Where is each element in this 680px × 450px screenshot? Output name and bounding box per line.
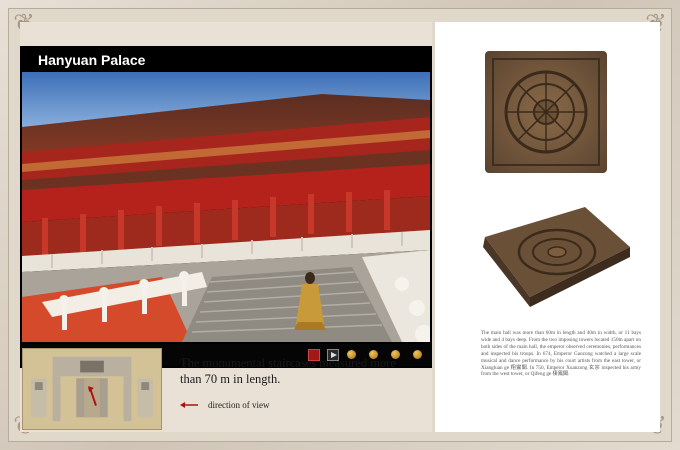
right-content-panel: The main hall was more than 60m in lengt… — [435, 22, 660, 432]
left-content-panel: Hanyuan Palace The monumental staircases… — [20, 22, 432, 432]
direction-legend: direction of view — [180, 398, 269, 412]
site-map-image — [22, 348, 162, 430]
description-text: The main hall was more than 60m in lengt… — [481, 330, 641, 378]
video-title: Hanyuan Palace — [38, 52, 146, 68]
brick-tile-angled-image — [483, 207, 630, 307]
legend-label: direction of view — [208, 400, 270, 410]
scene-caption: The monumental staircases measured more … — [180, 356, 396, 386]
video-player[interactable]: Hanyuan Palace — [20, 46, 432, 368]
direction-arrow-icon — [180, 402, 198, 408]
brick-tile-top-image — [485, 51, 607, 173]
palace-scene-image — [22, 72, 430, 342]
